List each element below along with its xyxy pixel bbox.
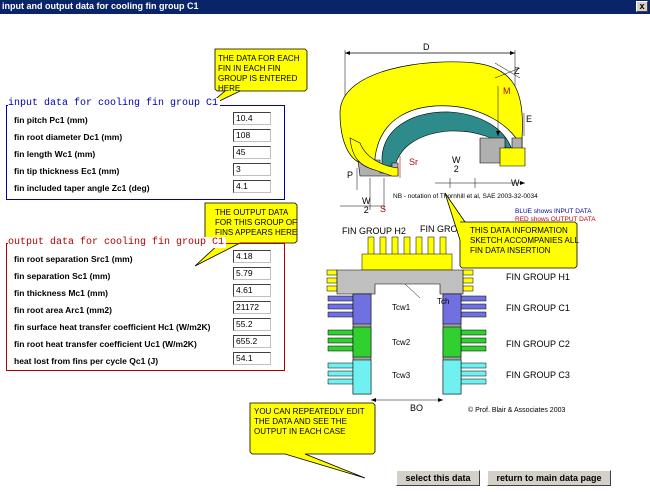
fin-thickness-output: 4.61 — [233, 284, 271, 297]
select-data-button[interactable]: select this data — [396, 470, 480, 486]
surface-htc-output: 55.2 — [233, 318, 271, 331]
dim-z-label: Z — [514, 66, 520, 76]
output-section-title: output data for cooling fin group C1 — [8, 237, 227, 248]
window-title: input and output data for cooling fin gr… — [2, 1, 199, 11]
output-label-root-separation: fin root separation Src1 (mm) — [14, 254, 133, 264]
output-label-surface-htc: fin surface heat transfer coefficient Hc… — [14, 322, 211, 332]
fin-pitch-input[interactable]: 10.4 — [233, 112, 271, 125]
fin-taper-angle-input[interactable]: 4.1 — [233, 180, 271, 193]
sketch-callout-text: THIS DATA INFORMATION SKETCH ACCOMPANIES… — [470, 226, 579, 255]
dim-p-label: P — [347, 170, 354, 180]
fin-root-diameter-input[interactable]: 108 — [233, 129, 271, 142]
input-label-taper-angle: fin included taper angle Zc1 (deg) — [14, 183, 150, 193]
title-bar: input and output data for cooling fin gr… — [0, 0, 650, 14]
input-callout-text: THE DATA FOR EACH FIN IN EACH FIN GROUP … — [218, 54, 300, 93]
input-label-root-diameter: fin root diameter Dc1 (mm) — [14, 132, 123, 142]
output-label-separation: fin separation Sc1 (mm) — [14, 271, 111, 281]
close-button[interactable]: x — [636, 1, 648, 12]
output-label-root-htc: fin root heat transfer coefficient Uc1 (… — [14, 339, 197, 349]
input-label-length: fin length Wc1 (mm) — [14, 149, 96, 159]
dim-w2-left: W2 — [362, 196, 371, 215]
bo-label: BO — [410, 403, 424, 413]
fin-group-c3-label: FIN GROUP C3 — [506, 370, 570, 380]
fin-root-area-output: 21172 — [233, 301, 271, 314]
fin-tip-thickness-input[interactable]: 3 — [233, 163, 271, 176]
output-label-heat-lost: heat lost from fins per cycle Qc1 (J) — [14, 356, 159, 366]
fin-separation-output: 5.79 — [233, 267, 271, 280]
dim-s-label: S — [380, 204, 387, 214]
input-label-tip-thickness: fin tip thickness Ec1 (mm) — [14, 166, 120, 176]
fin-group-h2-label: FIN GROUP H2 — [342, 226, 406, 236]
fin-group-c1-label: FIN GROUP C1 — [506, 303, 570, 313]
return-main-page-button[interactable]: return to main data page — [487, 470, 611, 486]
repeat-callout-text: YOU CAN REPEATEDLY EDIT THE DATA AND SEE… — [254, 407, 365, 436]
output-label-thickness: fin thickness Mc1 (mm) — [14, 288, 108, 298]
tcw2-label: Tcw2 — [392, 338, 411, 347]
heat-lost-output: 54.1 — [233, 352, 271, 365]
fin-root-separation-output: 4.18 — [233, 250, 271, 263]
fin-group-h1-label: FIN GROUP H1 — [506, 272, 570, 282]
input-label-pitch: fin pitch Pc1 (mm) — [14, 115, 88, 125]
tch-label: Tch — [437, 297, 450, 306]
dim-w2-right: W2 — [452, 155, 461, 174]
fin-group-c2-label: FIN GROUP C2 — [506, 339, 570, 349]
root-htc-output: 655.2 — [233, 335, 271, 348]
tcw3-label: Tcw3 — [392, 371, 411, 380]
output-label-root-area: fin root area Arc1 (mm2) — [14, 305, 112, 315]
dim-d-label: D — [423, 42, 430, 52]
dim-sr-label: Sr — [409, 157, 418, 167]
copyright-note: © Prof. Blair & Associates 2003 — [468, 407, 566, 414]
dim-w-label: W — [511, 178, 520, 188]
input-section-title: input data for cooling fin group C1 — [8, 98, 221, 109]
dim-e-label: E — [526, 114, 533, 124]
dim-m-label: M — [503, 86, 511, 96]
fin-length-input[interactable]: 45 — [233, 146, 271, 159]
output-callout-text: THE OUTPUT DATA FOR THIS GROUP OF FINS A… — [215, 208, 298, 237]
tcw1-label: Tcw1 — [392, 303, 411, 312]
